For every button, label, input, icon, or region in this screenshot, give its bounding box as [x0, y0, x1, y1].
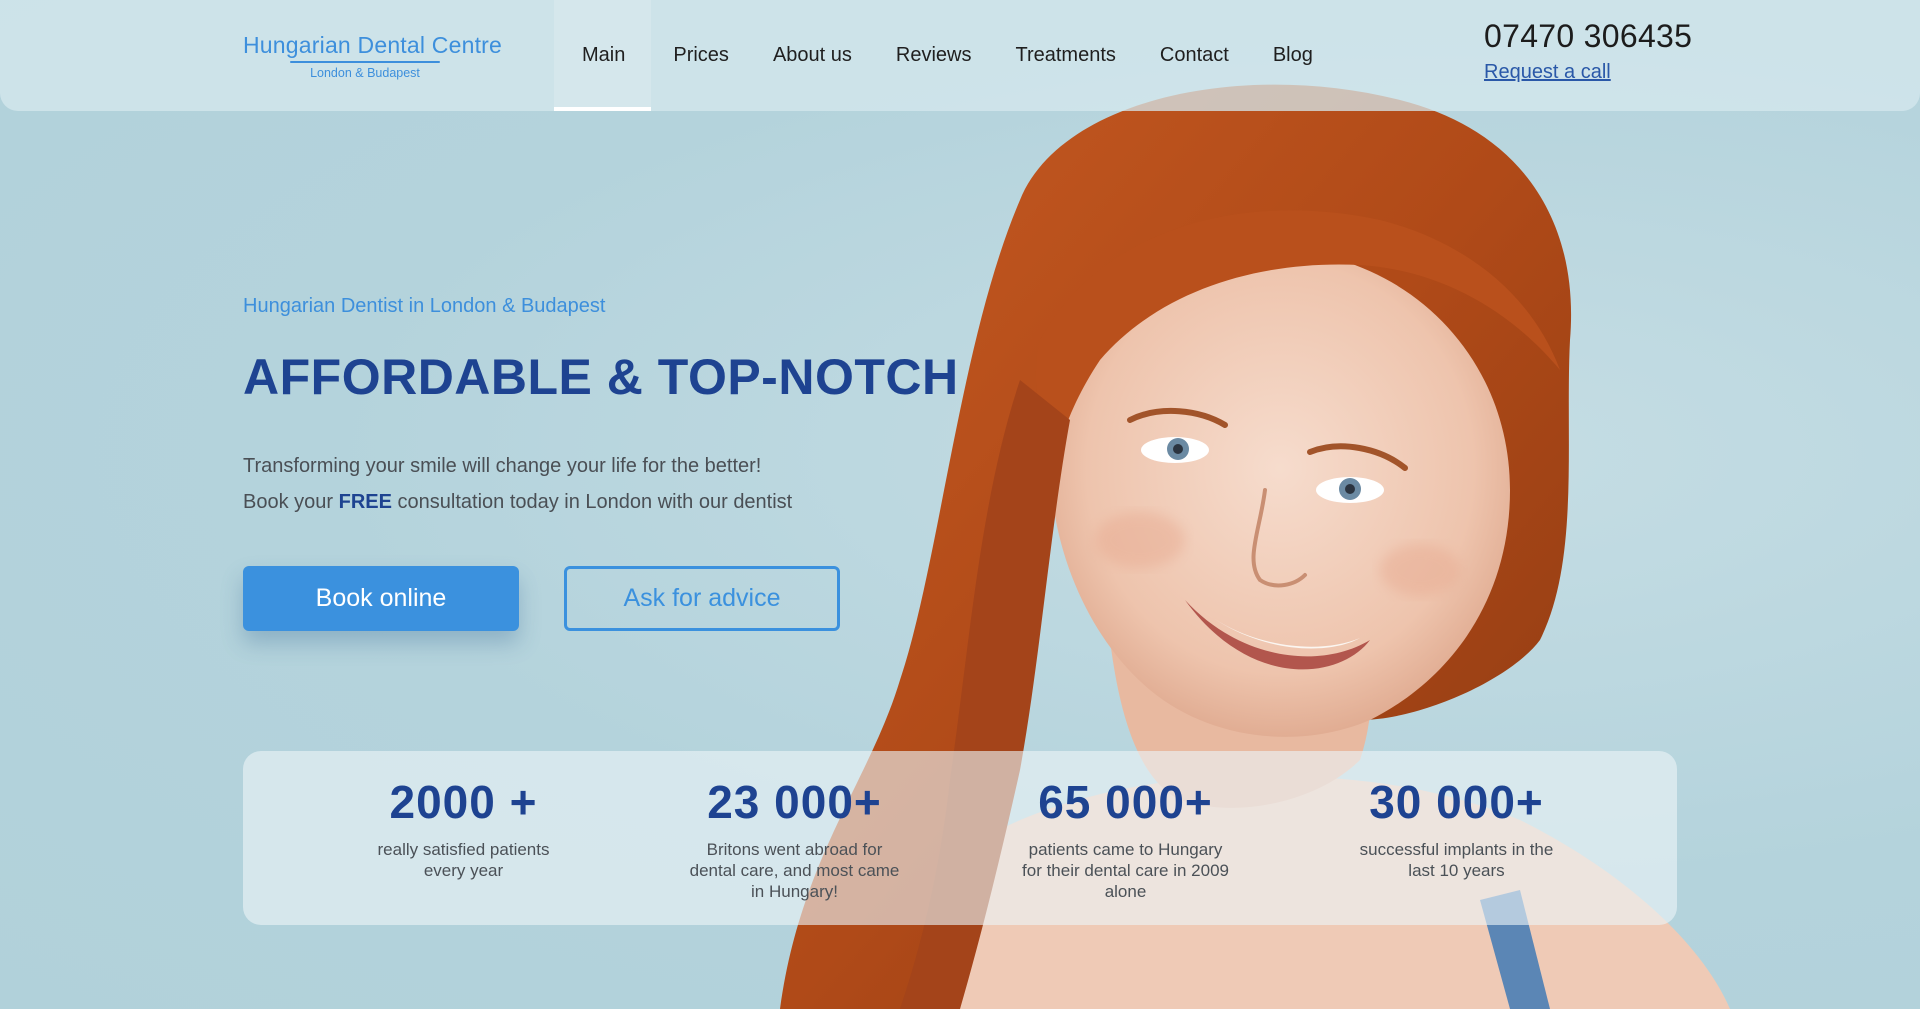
stat-caption: patients came to Hungary for their denta…	[1022, 840, 1229, 901]
stat-caption: really satisfied patients every year	[377, 840, 550, 880]
stat-value: 65 000+	[1038, 776, 1213, 828]
main-nav: Main Prices About us Reviews Treatments …	[554, 0, 1335, 111]
desc-free-highlight: FREE	[338, 491, 392, 513]
stat-item: 30 000+ successful implants in the last …	[1352, 751, 1562, 925]
stat-value: 30 000+	[1369, 776, 1544, 828]
hero-buttons: Book online Ask for advice	[243, 566, 1003, 631]
ask-for-advice-button[interactable]: Ask for advice	[564, 566, 840, 631]
nav-item-main[interactable]: Main	[554, 0, 652, 111]
hero-description: Transforming your smile will change your…	[243, 448, 1003, 520]
desc-suffix: consultation today in London with our de…	[397, 491, 793, 513]
nav-item-blog[interactable]: Blog	[1251, 0, 1335, 111]
logo-title: Hungarian Dental Centre	[243, 32, 503, 58]
stat-item: 65 000+ patients came to Hungary for the…	[1021, 751, 1231, 925]
nav-item-prices[interactable]: Prices	[651, 0, 751, 111]
phone-number[interactable]: 07470 306435	[1484, 18, 1692, 55]
site-header: Hungarian Dental Centre London & Budapes…	[0, 0, 1920, 111]
hero-content: Hungarian Dentist in London & Budapest A…	[243, 295, 1003, 631]
header-contact: 07470 306435 Request a call	[1484, 18, 1692, 84]
nav-item-treatments[interactable]: Treatments	[993, 0, 1137, 111]
stat-value: 2000 +	[389, 776, 538, 828]
stat-caption: successful implants in the last 10 years	[1359, 840, 1554, 880]
stat-item: 2000 + really satisfied patients every y…	[359, 751, 569, 925]
nav-item-about-us[interactable]: About us	[751, 0, 874, 111]
hero-headline: AFFORDABLE & TOP-NOTCH	[243, 349, 959, 405]
desc-prefix: Book your	[243, 491, 334, 513]
logo[interactable]: Hungarian Dental Centre London & Budapes…	[243, 32, 503, 80]
hero-tagline: Hungarian Dentist in London & Budapest	[243, 295, 606, 317]
logo-underline	[290, 61, 440, 63]
stat-caption: Britons went abroad for dental care, and…	[689, 840, 900, 901]
book-online-button[interactable]: Book online	[243, 566, 519, 631]
hero-description-line-2: Book your FREE consultation today in Lon…	[243, 484, 1003, 520]
nav-item-reviews[interactable]: Reviews	[874, 0, 994, 111]
logo-subtitle: London & Budapest	[310, 66, 420, 80]
stat-value: 23 000+	[707, 776, 882, 828]
stat-item: 23 000+ Britons went abroad for dental c…	[690, 751, 900, 925]
request-call-link[interactable]: Request a call	[1484, 61, 1692, 84]
nav-item-contact[interactable]: Contact	[1138, 0, 1251, 111]
hero-description-line-1: Transforming your smile will change your…	[243, 455, 762, 477]
stats-panel: 2000 + really satisfied patients every y…	[243, 751, 1677, 925]
